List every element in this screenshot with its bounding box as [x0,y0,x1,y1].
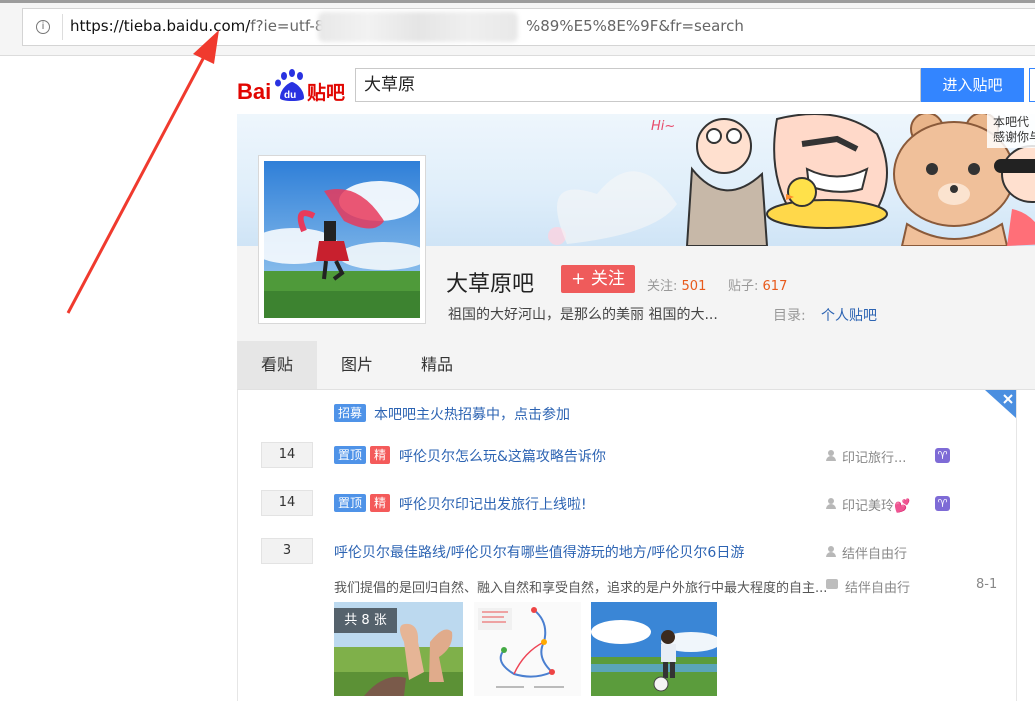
url-redaction-blur [318,12,518,42]
last-reply-time: 8-1 [976,577,998,592]
address-divider [62,14,63,40]
user-icon [826,450,836,461]
thread-author[interactable]: 印记旅行... [842,447,906,466]
search-input[interactable]: 大草原 [355,68,921,102]
svg-text:感谢你与: 感谢你与 [993,129,1035,144]
follow-button[interactable]: + 关注 [561,265,635,293]
url-host: https://tieba.baidu.com/ [70,17,251,35]
user-icon [826,498,836,509]
forum-avatar[interactable] [249,155,429,324]
left-blank-area [0,114,237,701]
image-count-badge: 共 8 张 [334,608,397,633]
thread-abstract: 我们提倡的是回归自然、融入自然和享受自然，追求的是户外旅行中最大程度的自主... [334,581,828,596]
baidu-tieba-logo[interactable]: Bai du 贴吧 [237,68,349,104]
thread-title[interactable]: 本吧吧主火热招募中，点击参加 [374,404,570,424]
last-reply-icon [826,579,838,589]
elite-badge: 精 [370,494,390,512]
last-reply-author[interactable]: 结伴自由行 [845,577,910,596]
pinned-badge: 置顶 [334,494,366,512]
recruit-badge: 招募 [334,404,366,422]
site-info-icon[interactable]: i [36,20,50,34]
svg-text:本吧代: 本吧代 [993,115,1029,129]
close-corner-icon[interactable] [985,390,1016,418]
aries-level-icon[interactable]: ♈ [935,496,950,511]
window-top-edge [0,0,1035,3]
follow-count: 501 [681,279,707,294]
tab-elite[interactable]: 精品 [397,341,477,389]
route-map-image [474,602,581,696]
aries-level-icon[interactable]: ♈ [935,448,950,463]
thread-image-3[interactable] [591,602,717,696]
enter-tieba-button[interactable]: 进入贴吧 [921,68,1024,102]
thread-author[interactable]: 印记美玲💕 [842,495,910,514]
child-on-grassland-photo [591,602,717,696]
user-icon [826,546,836,557]
thread-title[interactable]: 呼伦贝尔最佳路线/呼伦贝尔有哪些值得游玩的地方/呼伦贝尔6日游 [334,542,744,562]
thread-title[interactable]: 呼伦贝尔印记出发旅行上线啦! [399,494,587,514]
tab-posts[interactable]: 看贴 [237,341,317,389]
follow-stat: 关注: 501 [647,275,706,294]
directory-link[interactable]: 个人贴吧 [821,305,877,325]
directory-label: 目录: [773,308,806,324]
forum-avatar-image [249,161,429,318]
tab-images[interactable]: 图片 [317,341,397,389]
reply-count: 14 [261,490,313,516]
svg-text:贴吧: 贴吧 [307,82,345,104]
url-path-end: %89%E5%8E%9F&fr=search [526,17,744,35]
thread-image-2[interactable] [474,602,581,696]
posts-stat: 贴子: 617 [728,275,787,294]
forum-name[interactable]: 大草原吧 [446,266,534,298]
forum-slogan: 祖国的大好河山，是那么的美丽 祖国的大... [448,307,718,323]
posts-count: 617 [762,279,788,294]
reply-count: 3 [261,538,313,564]
follow-stat-label: 关注: [647,279,678,294]
svg-text:Hi~: Hi~ [651,119,675,134]
secondary-search-button[interactable] [1029,68,1035,102]
posts-stat-label: 贴子: [728,279,759,294]
svg-text:du: du [284,90,296,101]
right-sidebar-edge [1017,390,1035,701]
reply-count: 14 [261,442,313,468]
elite-badge: 精 [370,446,390,464]
thread-author[interactable]: 结伴自由行 [842,543,907,562]
thread-title[interactable]: 呼伦贝尔怎么玩&这篇攻略告诉你 [399,446,606,466]
pinned-badge: 置顶 [334,446,366,464]
svg-text:Bai: Bai [237,79,271,104]
